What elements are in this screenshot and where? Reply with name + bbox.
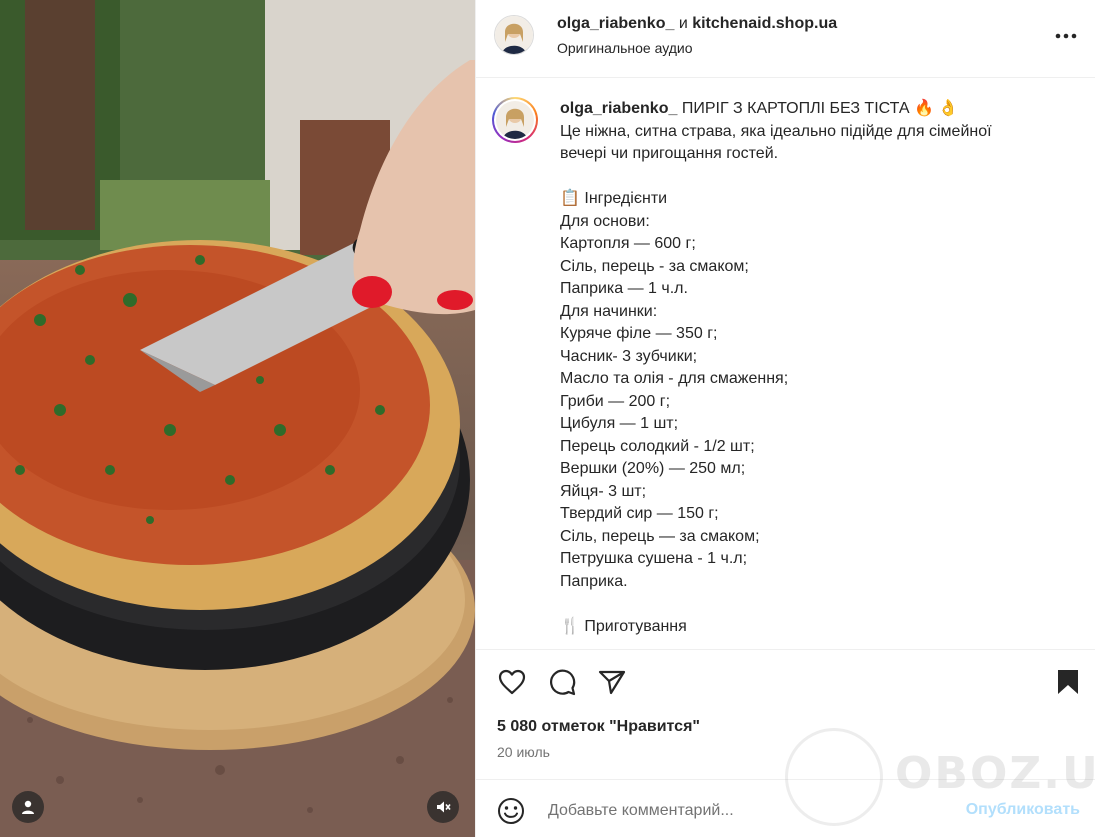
- like-button[interactable]: [496, 666, 528, 698]
- caption-username[interactable]: olga_riabenko_: [560, 100, 677, 117]
- media-image: [0, 0, 475, 837]
- bookmark-icon: [1058, 670, 1078, 694]
- coauthor-username-link[interactable]: kitchenaid.shop.ua: [692, 15, 837, 32]
- heart-icon: [498, 669, 526, 695]
- authors-joiner: и: [674, 15, 693, 32]
- caption-line: Паприка.: [560, 572, 628, 590]
- author-avatar-image: [495, 16, 533, 54]
- caption-line: 📋 Інгредієнти: [560, 190, 668, 207]
- comment-icon: [550, 669, 576, 696]
- caption-line: Гриби — 200 г;: [560, 392, 671, 410]
- author-avatar[interactable]: [494, 15, 534, 55]
- caption-avatar-image: [496, 101, 534, 139]
- post-actions: 5 080 отметок "Нравится" 20 июль: [476, 649, 1095, 779]
- share-button[interactable]: [596, 666, 628, 698]
- caption-line: Вершки (20%) — 250 мл;: [560, 460, 746, 477]
- save-button[interactable]: [1052, 666, 1084, 698]
- caption-line: Часник- 3 зубчики;: [560, 347, 698, 365]
- post-panel: olga_riabenko_ и kitchenaid.shop.ua Ориг…: [475, 0, 1095, 837]
- post-header: olga_riabenko_ и kitchenaid.shop.ua Ориг…: [476, 0, 1095, 78]
- likes-count[interactable]: 5 080 отметок "Нравится": [497, 718, 700, 736]
- post-media[interactable]: [0, 0, 475, 837]
- caption-line: Цибуля — 1 шт;: [560, 415, 679, 432]
- emoji-icon: [498, 798, 524, 824]
- comment-button[interactable]: [546, 666, 578, 698]
- caption-line: Паприка — 1 ч.л.: [560, 280, 688, 297]
- caption-line: Перець солодкий - 1/2 шт;: [560, 437, 755, 455]
- caption-line: Сіль, перець — за смаком;: [560, 527, 760, 545]
- caption-line: Яйця- 3 шт;: [560, 482, 647, 500]
- caption-area[interactable]: olga_riabenko_ ПИРІГ З КАРТОПЛІ БЕЗ ТІСТ…: [476, 79, 1095, 649]
- user-icon: [22, 800, 34, 814]
- caption-line: Твердий сир — 150 г;: [560, 505, 719, 522]
- audio-link[interactable]: Оригинальное аудио: [557, 40, 693, 56]
- caption-line: Картопля — 600 г;: [560, 235, 696, 252]
- caption-line: вечері чи пригощання гостей.: [560, 145, 779, 162]
- caption-line: Сіль, перець - за смаком;: [560, 257, 749, 275]
- caption-line: Це ніжна, ситна страва, яка ідеально під…: [560, 122, 992, 140]
- comment-input[interactable]: [546, 796, 930, 826]
- caption-line: 🍴 Приготування: [560, 617, 687, 635]
- mute-icon: [437, 801, 451, 813]
- caption-avatar[interactable]: [492, 97, 538, 143]
- emoji-button[interactable]: [497, 797, 525, 825]
- caption-title: ПИРІГ З КАРТОПЛІ БЕЗ ТІСТА 🔥 👌: [677, 100, 959, 117]
- author-username-link[interactable]: olga_riabenko_: [557, 15, 674, 32]
- caption-text: olga_riabenko_ ПИРІГ З КАРТОПЛІ БЕЗ ТІСТ…: [560, 98, 1070, 638]
- more-options-button[interactable]: [1054, 24, 1078, 48]
- caption-line: Для основи:: [560, 212, 650, 230]
- more-icon: [1055, 33, 1077, 39]
- caption-line: Куряче філе — 350 г;: [560, 325, 718, 342]
- publish-button[interactable]: Опубликовать: [966, 801, 1080, 819]
- sound-toggle-button[interactable]: [427, 791, 459, 823]
- comment-bar: Опубликовать: [476, 779, 1095, 837]
- post-date[interactable]: 20 июль: [497, 744, 550, 760]
- post-authors: olga_riabenko_ и kitchenaid.shop.ua: [557, 15, 837, 33]
- share-icon: [598, 670, 626, 695]
- caption-line: Масло та олія - для смаження;: [560, 370, 789, 387]
- caption-line: Петрушка сушена - 1 ч.л;: [560, 550, 748, 567]
- tagged-user-button[interactable]: [12, 791, 44, 823]
- caption-line: Для начинки:: [560, 302, 658, 320]
